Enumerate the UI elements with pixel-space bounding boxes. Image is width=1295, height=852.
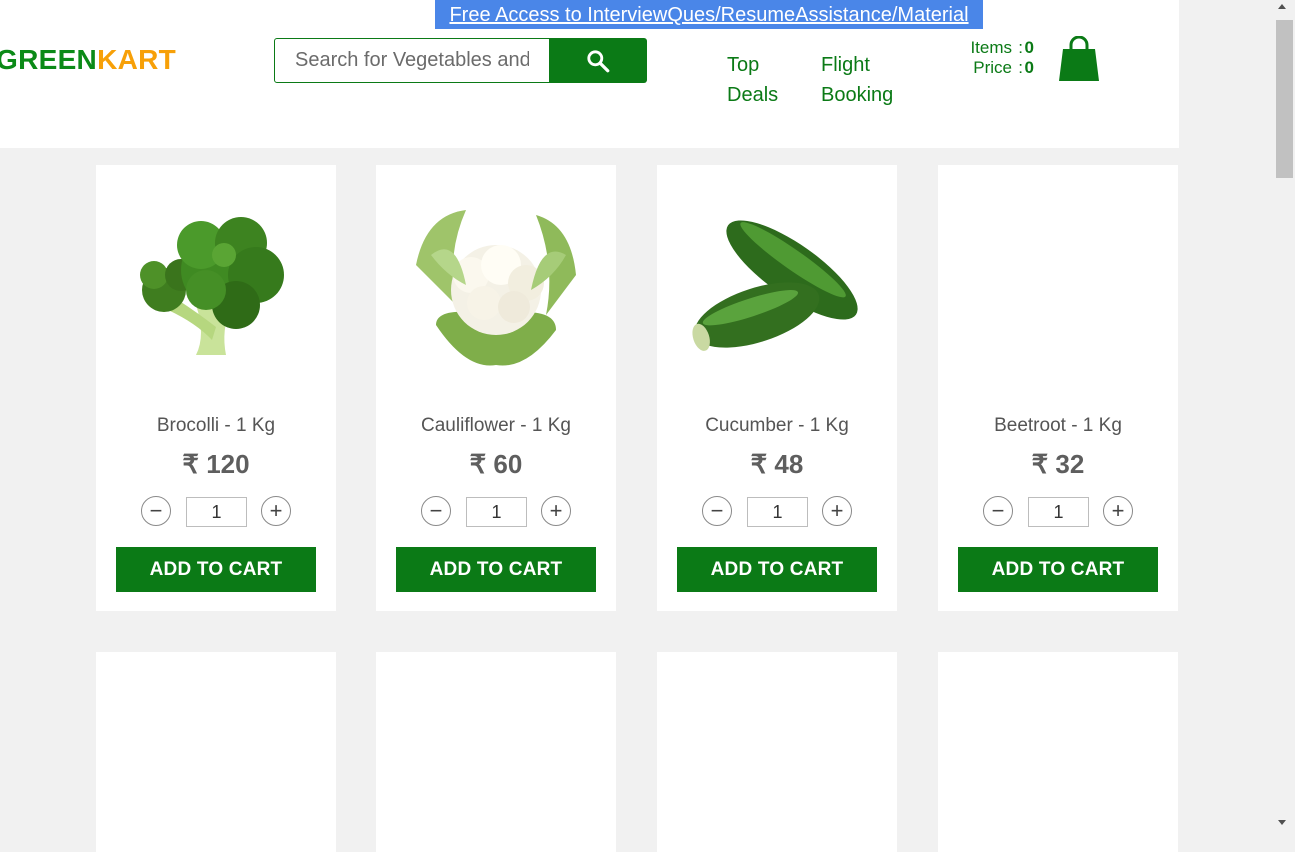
product-price: ₹ 48: [750, 449, 804, 479]
product-card: [938, 652, 1178, 852]
product-card: [657, 652, 897, 852]
cart-price-separator: :: [1018, 58, 1023, 77]
add-to-cart-button[interactable]: ADD TO CART: [116, 547, 316, 592]
nav-top-deals-line2: Deals: [727, 84, 779, 106]
scrollbar-thumb[interactable]: [1276, 20, 1293, 178]
nav-flight-booking[interactable]: Flight Booking: [821, 50, 901, 110]
product-name: Brocolli - 1 Kg: [156, 415, 276, 436]
add-to-cart-button[interactable]: ADD TO CART: [958, 547, 1158, 592]
product-name: Cucumber - 1 Kg: [705, 415, 849, 436]
scroll-down-arrow-icon[interactable]: [1278, 820, 1286, 825]
promo-link[interactable]: Free Access to InterviewQues/ResumeAssis…: [435, 0, 983, 29]
nav-flight-booking-line1: Flight: [821, 54, 870, 76]
cart-price-row: Price : 0: [944, 58, 1040, 78]
cart-price-value: 0: [1024, 58, 1034, 77]
nav-flight-booking-line2: Booking: [821, 84, 894, 106]
nav-top-deals-line1: Top: [727, 54, 760, 76]
product-name: Cauliflower - 1 Kg: [421, 415, 571, 436]
nav-top-deals[interactable]: Top Deals: [727, 50, 787, 110]
quantity-input[interactable]: [747, 497, 808, 527]
search-icon: [587, 49, 610, 72]
brand-part-green: GREEN: [0, 44, 98, 75]
cart-items-value: 0: [1024, 38, 1034, 57]
increment-button[interactable]: +: [822, 496, 852, 526]
cart-price-label: Price: [973, 58, 1012, 77]
brand-logo: GREENKART: [0, 44, 176, 76]
decrement-button[interactable]: −: [702, 496, 732, 526]
decrement-button[interactable]: −: [141, 496, 171, 526]
increment-button[interactable]: +: [541, 496, 571, 526]
cucumber-image: [692, 220, 858, 351]
cart-items-separator: :: [1018, 38, 1023, 57]
decrement-button[interactable]: −: [421, 496, 451, 526]
increment-button[interactable]: +: [1103, 496, 1133, 526]
scroll-up-arrow-icon[interactable]: [1278, 4, 1286, 9]
product-price: ₹ 120: [182, 449, 250, 479]
product-card: Cauliflower - 1 Kg ₹ 60 − + ADD TO CART: [376, 165, 616, 611]
quantity-input[interactable]: [466, 497, 527, 527]
cart-info: Items : 0 Price : 0: [944, 38, 1040, 78]
product-card: Cucumber - 1 Kg ₹ 48 − + ADD TO CART: [657, 165, 897, 611]
page: Free Access to InterviewQues/ResumeAssis…: [0, 0, 1179, 852]
shopping-bag-icon: [1059, 35, 1099, 81]
cauliflower-image: [416, 210, 576, 366]
product-card: Brocolli - 1 Kg ₹ 120 − + ADD TO CART: [96, 165, 336, 611]
add-to-cart-button[interactable]: ADD TO CART: [396, 547, 596, 592]
product-image-placeholder: [968, 195, 1148, 375]
add-to-cart-button[interactable]: ADD TO CART: [677, 547, 877, 592]
product-card: [96, 652, 336, 852]
search-button[interactable]: [549, 38, 647, 83]
cart-icon-link[interactable]: [1058, 35, 1100, 82]
quantity-input[interactable]: [186, 497, 247, 527]
search-input[interactable]: [274, 38, 550, 83]
product-card: Beetroot - 1 Kg ₹ 32 − + ADD TO CART: [938, 165, 1178, 611]
cart-items-label: Items: [970, 38, 1012, 57]
cart-items-row: Items : 0: [944, 38, 1040, 58]
header: Free Access to InterviewQues/ResumeAssis…: [0, 0, 1179, 148]
decrement-button[interactable]: −: [983, 496, 1013, 526]
broccoli-image: [140, 217, 284, 355]
increment-button[interactable]: +: [261, 496, 291, 526]
product-price: ₹ 60: [469, 449, 523, 479]
brand-part-kart: KART: [97, 44, 177, 75]
product-name: Beetroot - 1 Kg: [994, 415, 1122, 436]
quantity-input[interactable]: [1028, 497, 1089, 527]
product-card: [376, 652, 616, 852]
product-price: ₹ 32: [1031, 449, 1085, 479]
